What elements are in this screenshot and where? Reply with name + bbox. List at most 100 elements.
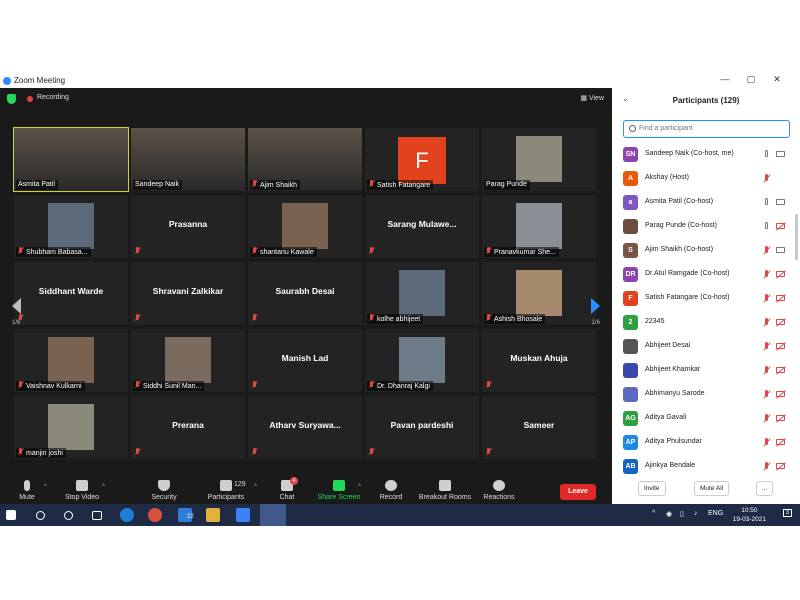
video-off-icon[interactable]: [776, 223, 785, 229]
muted-mic-icon[interactable]: [762, 438, 772, 447]
video-tile[interactable]: Asmita Patil: [13, 127, 129, 192]
video-tile[interactable]: Dr. Dhanraj Kalgi: [365, 329, 479, 392]
participant-row[interactable]: AP Aditya Phulsundar: [612, 432, 792, 456]
cortana-icon[interactable]: [64, 511, 73, 520]
video-tile[interactable]: Parag Punde: [482, 128, 596, 191]
chat-button[interactable]: Chat 4: [276, 477, 298, 501]
share-options-caret[interactable]: ^: [358, 484, 361, 490]
video-camera-icon[interactable]: [776, 151, 785, 157]
video-tile[interactable]: Pavan pardeshi: [365, 396, 479, 459]
video-tile[interactable]: kolhe abhijeet: [365, 262, 479, 325]
video-off-icon[interactable]: [776, 367, 785, 373]
participant-row[interactable]: S Ajim Shaikh (Co-host): [612, 240, 792, 264]
microphone-icon[interactable]: [762, 198, 772, 207]
video-tile[interactable]: Prerana: [131, 396, 245, 459]
video-camera-icon[interactable]: [776, 199, 785, 205]
muted-mic-icon[interactable]: [762, 174, 772, 183]
participant-row[interactable]: SN Sandeep Naik (Co-host, me): [612, 144, 792, 168]
video-tile[interactable]: F Satish Fatangare: [365, 128, 479, 191]
video-tile[interactable]: Prasanna: [131, 195, 245, 258]
network-icon[interactable]: ◉: [666, 510, 672, 518]
encryption-shield-icon[interactable]: [7, 94, 16, 104]
video-options-caret[interactable]: ^: [102, 484, 105, 490]
video-tile[interactable]: Siddhi Sunil Man...: [131, 329, 245, 392]
video-off-icon[interactable]: [776, 439, 785, 445]
chrome-icon[interactable]: [148, 508, 162, 522]
video-tile[interactable]: Muskan Ahuja: [482, 329, 596, 392]
security-button[interactable]: Security: [148, 480, 180, 501]
participant-row[interactable]: AB Ajinkya Bendale: [612, 456, 792, 480]
edge-icon[interactable]: [120, 508, 134, 522]
participant-row[interactable]: Abhijeet Khamkar: [612, 360, 792, 384]
video-tile[interactable]: manjiri joshi: [14, 396, 128, 459]
participant-list-scrollbar[interactable]: [795, 214, 798, 260]
windows-start-icon[interactable]: [6, 510, 16, 520]
mute-button[interactable]: Mute: [16, 480, 38, 501]
video-off-icon[interactable]: [776, 343, 785, 349]
video-tile[interactable]: Pranavkumar She...: [482, 195, 596, 258]
video-tile[interactable]: Sandeep Naik: [131, 128, 245, 191]
muted-mic-icon[interactable]: [762, 270, 772, 279]
participants-options-caret[interactable]: ^: [254, 484, 257, 490]
participant-row[interactable]: 2 22345: [612, 312, 792, 336]
video-off-icon[interactable]: [776, 271, 785, 277]
clock[interactable]: 10:50 19-03-2021: [733, 506, 766, 524]
video-camera-icon[interactable]: [776, 247, 785, 253]
video-tile[interactable]: Atharv Suryawa...: [248, 396, 362, 459]
battery-icon[interactable]: ▯: [680, 510, 684, 518]
participant-row[interactable]: Abhimanyu Sarode: [612, 384, 792, 408]
audio-options-caret[interactable]: ^: [44, 484, 47, 490]
video-off-icon[interactable]: [776, 319, 785, 325]
video-tile[interactable]: Sarang Mulawe...: [365, 195, 479, 258]
video-tile[interactable]: Siddhant Warde: [14, 262, 128, 325]
language-indicator[interactable]: ENG: [708, 510, 723, 517]
reactions-button[interactable]: Reactions: [483, 480, 515, 501]
muted-mic-icon[interactable]: [762, 246, 772, 255]
video-tile[interactable]: Ashish Bhosale: [482, 262, 596, 325]
file-explorer-icon[interactable]: [206, 508, 220, 522]
participant-row[interactable]: A Akshay (Host): [612, 168, 792, 192]
invite-button[interactable]: Invite: [638, 481, 666, 496]
participant-row[interactable]: Parag Punde (Co-host): [612, 216, 792, 240]
leave-button[interactable]: Leave: [560, 484, 596, 500]
volume-icon[interactable]: ♪: [694, 510, 698, 517]
muted-mic-icon[interactable]: [762, 462, 772, 471]
record-button[interactable]: Record: [378, 480, 404, 501]
tray-chevron-icon[interactable]: ^: [652, 510, 655, 517]
participant-row[interactable]: DR Dr.Atul Ramgade (Co-host): [612, 264, 792, 288]
close-button[interactable]: ✕: [764, 74, 790, 85]
video-tile[interactable]: Manish Lad: [248, 329, 362, 392]
video-tile[interactable]: Shravani Zalkikar: [131, 262, 245, 325]
video-tile[interactable]: shantanu Kawale: [248, 195, 362, 258]
maximize-button[interactable]: ▢: [738, 74, 764, 85]
muted-mic-icon[interactable]: [762, 318, 772, 327]
breakout-rooms-button[interactable]: Breakout Rooms: [418, 480, 472, 501]
video-off-icon[interactable]: [776, 391, 785, 397]
video-off-icon[interactable]: [776, 295, 785, 301]
video-off-icon[interactable]: [776, 463, 785, 469]
muted-mic-icon[interactable]: [762, 294, 772, 303]
muted-mic-icon[interactable]: [762, 390, 772, 399]
view-button[interactable]: ▦ View: [580, 94, 604, 102]
muted-mic-icon[interactable]: [762, 366, 772, 375]
stop-video-button[interactable]: Stop Video: [62, 480, 102, 501]
mail-icon[interactable]: 22: [178, 508, 194, 522]
video-tile[interactable]: Sameer: [482, 396, 596, 459]
microphone-icon[interactable]: [762, 222, 772, 231]
task-view-icon[interactable]: [92, 511, 102, 520]
next-page-arrow-icon[interactable]: [591, 298, 600, 314]
zoom-taskbar-icon[interactable]: [260, 504, 286, 526]
video-tile[interactable]: Saurabh Desai: [248, 262, 362, 325]
participant-row[interactable]: a Asmita Patil (Co-host): [612, 192, 792, 216]
video-tile[interactable]: Shubham Babasa...: [14, 195, 128, 258]
participant-search-input[interactable]: Find a participant: [623, 120, 790, 138]
video-tile[interactable]: Ajim Shaikh: [248, 128, 362, 191]
muted-mic-icon[interactable]: [762, 414, 772, 423]
participant-row[interactable]: AG Aditya Gavali: [612, 408, 792, 432]
muted-mic-icon[interactable]: [762, 342, 772, 351]
minimize-button[interactable]: —: [712, 74, 738, 84]
participant-row[interactable]: Abhijeet Desai: [612, 336, 792, 360]
mute-all-button[interactable]: Mute All: [694, 481, 730, 496]
share-screen-button[interactable]: Share Screen: [316, 480, 362, 501]
previous-page-arrow-icon[interactable]: [12, 298, 21, 314]
